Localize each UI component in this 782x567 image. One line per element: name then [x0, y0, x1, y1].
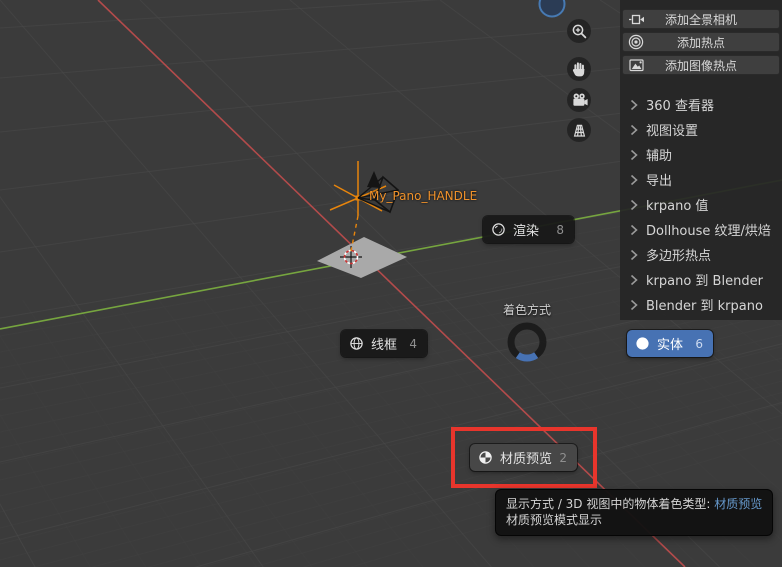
- button-label: 添加全景相机: [664, 12, 737, 27]
- section-label: Blender 到 krpano: [646, 299, 763, 314]
- section-label: 360 查看器: [646, 99, 714, 114]
- section-label: krpano 值: [646, 199, 709, 214]
- perspective-grid-icon: [573, 124, 585, 137]
- camera-view-button[interactable]: [567, 88, 591, 112]
- krpano-sidebar-panel: 添加全景相机 添加热点 添加图像热点 360 查看器 视图设置 辅助 导出 kr…: [620, 0, 782, 320]
- section-label: 多边形热点: [646, 249, 712, 264]
- section-label: 视图设置: [646, 124, 699, 139]
- pie-item-shortcut: 4: [409, 336, 417, 351]
- sidebar-section-export[interactable]: 导出: [630, 167, 780, 192]
- add-pano-camera-button[interactable]: 添加全景相机: [622, 9, 780, 29]
- nav-gizmo-ball[interactable]: [538, 0, 566, 18]
- blender-3d-viewport[interactable]: My_Pano_HANDLE 添加全景相机 添加热点 添加图像热点 360 查看…: [0, 0, 782, 567]
- pan-hand-icon: [572, 62, 585, 77]
- add-hotspot-button[interactable]: 添加热点: [622, 32, 780, 52]
- camera-view-icon: [572, 93, 588, 106]
- zoom-button[interactable]: [567, 19, 591, 43]
- image-hotspot-icon: [627, 56, 645, 74]
- sidebar-section-krpano-values[interactable]: krpano 值: [630, 192, 780, 217]
- sidebar-section-assist[interactable]: 辅助: [630, 142, 780, 167]
- sidebar-section-krpano-to-blender[interactable]: krpano 到 Blender: [630, 267, 780, 292]
- pie-item-solid[interactable]: 实体 6: [627, 330, 713, 357]
- add-image-hotspot-button[interactable]: 添加图像热点: [622, 55, 780, 75]
- sidebar-section-dollhouse[interactable]: Dollhouse 纹理/烘焙: [630, 217, 780, 242]
- sidebar-section-polygon-hotspot[interactable]: 多边形热点: [630, 242, 780, 267]
- pano-camera-icon: [627, 10, 645, 28]
- pie-item-render[interactable]: 渲染 8: [483, 216, 574, 243]
- object-name-label: My_Pano_HANDLE: [369, 189, 478, 203]
- tooltip-description: 显示方式 / 3D 视图中的物体着色类型:: [506, 497, 715, 511]
- wireframe-icon: [350, 337, 363, 350]
- pie-menu-title: 着色方式: [502, 303, 551, 317]
- zoom-in-icon: [572, 24, 586, 38]
- sidebar-section-360-viewer[interactable]: 360 查看器: [630, 92, 780, 117]
- solid-icon: [636, 337, 649, 350]
- perspective-toggle-button[interactable]: [567, 118, 591, 142]
- tooltip: 显示方式 / 3D 视图中的物体着色类型: 材质预览 材质预览模式显示: [495, 489, 774, 536]
- pie-direction-indicator: [515, 352, 539, 362]
- chevron-right-icon: [630, 274, 638, 285]
- render-icon: [492, 223, 505, 236]
- pie-item-shortcut: 6: [695, 336, 703, 351]
- annotation-highlight-rect: [451, 427, 597, 488]
- pie-menu-ring: [507, 322, 547, 362]
- pie-item-shortcut: 8: [556, 222, 564, 237]
- pie-item-label: 实体: [657, 338, 684, 353]
- sidebar-section-view-settings[interactable]: 视图设置: [630, 117, 780, 142]
- chevron-right-icon: [630, 174, 638, 185]
- tooltip-value: 材质预览: [714, 497, 763, 511]
- section-label: 导出: [646, 174, 673, 189]
- button-label: 添加图像热点: [664, 58, 737, 73]
- pie-item-label: 渲染: [513, 224, 540, 239]
- chevron-right-icon: [630, 99, 638, 110]
- section-label: 辅助: [646, 149, 673, 164]
- section-label: Dollhouse 纹理/烘焙: [646, 224, 771, 239]
- pie-item-wireframe[interactable]: 线框 4: [341, 330, 427, 357]
- chevron-right-icon: [630, 199, 638, 210]
- sidebar-section-blender-to-krpano[interactable]: Blender 到 krpano: [630, 292, 780, 317]
- pan-button[interactable]: [567, 57, 591, 81]
- chevron-right-icon: [630, 224, 638, 235]
- tooltip-line2: 材质预览模式显示: [506, 513, 603, 527]
- tooltip-line1: 显示方式 / 3D 视图中的物体着色类型: 材质预览: [506, 496, 762, 512]
- chevron-right-icon: [630, 124, 638, 135]
- chevron-right-icon: [630, 149, 638, 160]
- hotspot-icon: [627, 33, 645, 51]
- pie-item-label: 线框: [371, 338, 398, 353]
- chevron-right-icon: [630, 249, 638, 260]
- section-label: krpano 到 Blender: [646, 274, 763, 289]
- button-label: 添加热点: [676, 35, 725, 50]
- chevron-right-icon: [630, 299, 638, 310]
